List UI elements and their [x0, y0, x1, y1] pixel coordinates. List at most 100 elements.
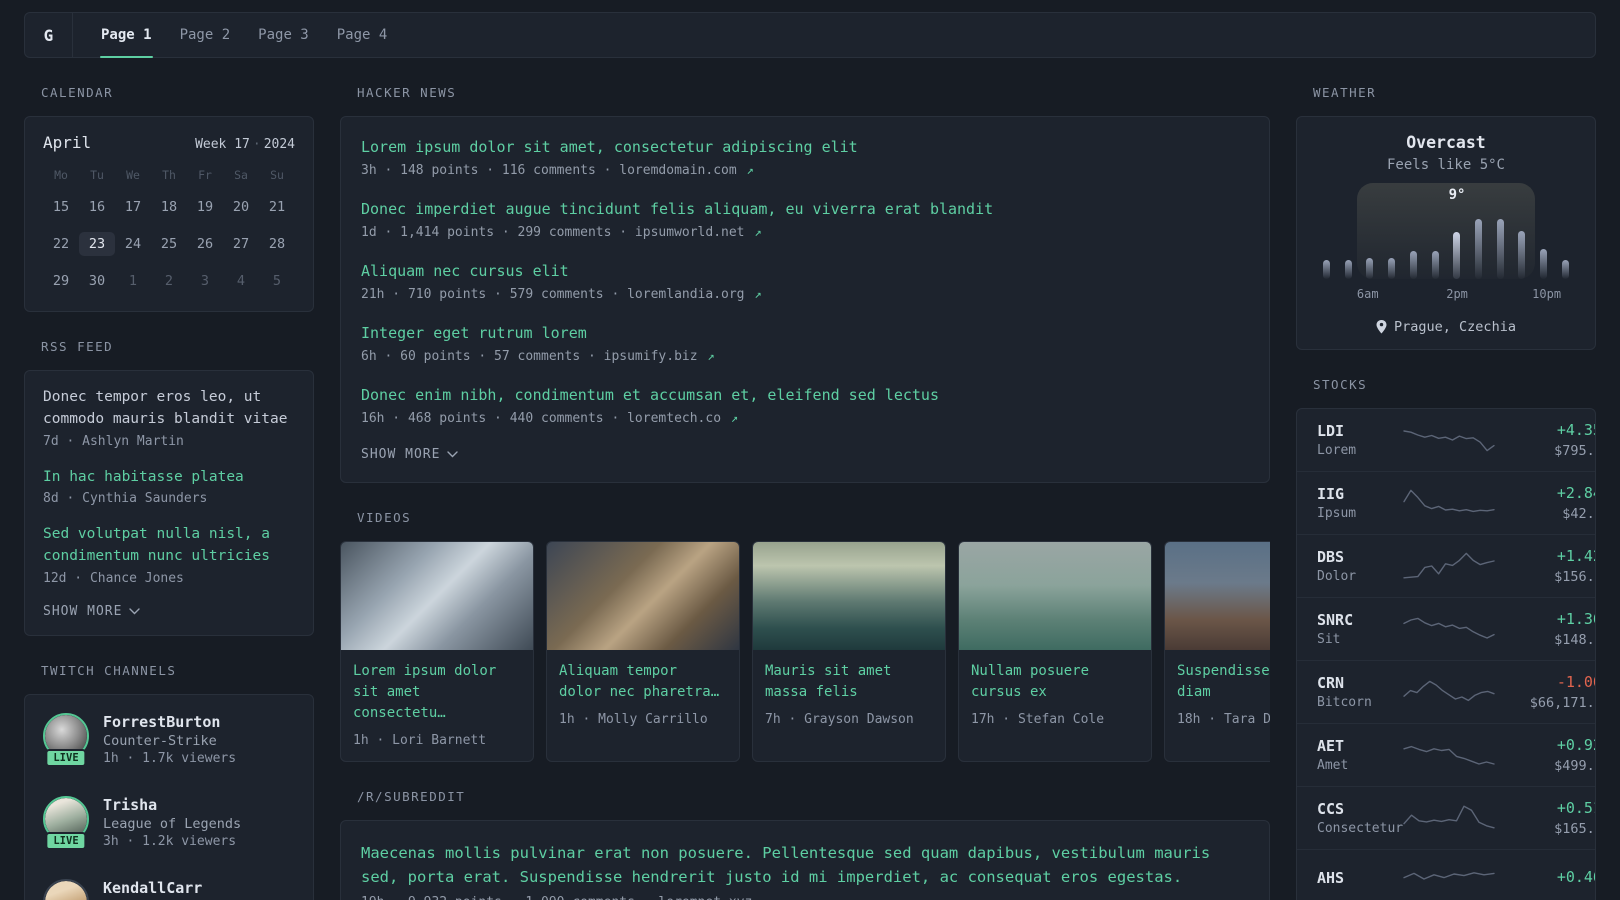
stock-name: Sit [1317, 632, 1341, 647]
tab-page-2[interactable]: Page 2 [166, 13, 245, 57]
reddit-meta-text: 19h · 9,932 points · 1,090 comments · lo… [361, 895, 752, 900]
hn-item-title[interactable]: Integer eget rutrum lorem [361, 323, 1249, 344]
tab-page-4[interactable]: Page 4 [323, 13, 402, 57]
stock-price: $66,171.48 [1529, 695, 1595, 711]
external-link-icon[interactable]: ↗ [754, 287, 761, 301]
calendar-day: 29 [52, 273, 70, 289]
hn-item-title[interactable]: Lorem ipsum dolor sit amet, consectetur … [361, 137, 1249, 158]
reddit-post-meta: 19h · 9,932 points · 1,090 comments · lo… [361, 895, 1249, 900]
video-card[interactable]: Mauris sit amet massa felis 7h · Grayson… [752, 541, 946, 762]
calendar-day-next-month: 5 [272, 273, 282, 289]
video-meta: 1h · Molly Carrillo [559, 712, 708, 727]
tab-page-1[interactable]: Page 1 [87, 13, 166, 58]
external-link-icon[interactable]: ↗ [707, 349, 714, 363]
rss-item-meta: 12d · Chance Jones [43, 570, 184, 586]
hn-item-meta: 16h · 468 points · 440 comments · loremt… [361, 411, 1249, 426]
stock-ticker: SNRC [1317, 611, 1354, 629]
stock-name: Consectetur [1317, 821, 1404, 836]
external-link-icon[interactable]: ↗ [731, 411, 738, 425]
stock-sparkline [1403, 872, 1495, 880]
video-card[interactable]: Lorem ipsum dolor sit amet consectetu… 1… [340, 541, 534, 762]
video-meta: 7h · Grayson Dawson [765, 712, 914, 727]
calendar-week-year: Week 17 · 2024 [195, 137, 295, 152]
temperature-bar [1409, 251, 1417, 279]
video-card[interactable]: Suspendisse sodales diam 18h · Tara Davi… [1164, 541, 1270, 762]
stock-row: DBS Dolor +1.42% $156.28 [1297, 534, 1595, 597]
channel-category: Counter-Strike [103, 732, 217, 749]
video-thumbnail [959, 542, 1151, 650]
video-meta: 18h · Tara Davis [1177, 712, 1270, 727]
weather-condition: Overcast [1406, 133, 1486, 152]
rss-show-more-button[interactable]: SHOW MORE [43, 604, 295, 619]
channel-name: KendallCarr [103, 878, 203, 897]
video-title: Aliquam tempor dolor nec pharetra… [559, 663, 720, 700]
stock-price: $165.84 [1554, 821, 1595, 837]
rss-item-title[interactable]: In hac habitasse platea [43, 467, 295, 489]
temperature-bar [1475, 219, 1483, 279]
calendar-day-next-month: 3 [200, 273, 210, 289]
calendar-day: 26 [196, 236, 214, 252]
calendar-month: April [43, 133, 92, 152]
rss-widget: Donec tempor eros leo, ut commodo mauris… [24, 370, 314, 636]
hn-show-more-button[interactable]: SHOW MORE [361, 447, 1249, 462]
external-link-icon[interactable]: ↗ [747, 163, 754, 177]
rss-item: Sed volutpat nulla nisl, a condimentum n… [43, 524, 295, 586]
stock-change: +0.51% [1556, 799, 1595, 817]
stock-change: -1.00% [1556, 673, 1595, 691]
weekday-label: Sa [234, 168, 248, 182]
subreddit-widget: Maecenas mollis pulvinar erat non posuer… [340, 820, 1270, 900]
stock-price: $42.04 [1562, 506, 1595, 522]
hn-item-title[interactable]: Aliquam nec cursus elit [361, 261, 1249, 282]
weekday-label: Th [162, 168, 176, 182]
twitch-channel-row[interactable]: LIVE ForrestBurton Counter-Strike 1h · 1… [43, 712, 295, 767]
video-meta: 1h · Lori Barnett [353, 733, 487, 748]
calendar-day: 15 [52, 199, 70, 215]
avatar: LIVE [43, 712, 89, 767]
hn-item: Donec enim nibh, condimentum et accumsan… [361, 385, 1249, 426]
rss-header: RSS FEED [41, 339, 114, 354]
hn-meta-text: 16h · 468 points · 440 comments · loremt… [361, 411, 722, 426]
stock-ticker: AHS [1317, 868, 1345, 887]
tab-page-3[interactable]: Page 3 [244, 13, 323, 57]
stock-change: +2.84% [1556, 484, 1595, 502]
stock-sparkline [1403, 552, 1495, 579]
temperature-bars [1323, 215, 1569, 279]
stock-ticker: LDI [1317, 422, 1345, 440]
location-pin-icon [1376, 320, 1387, 334]
twitch-channel-row[interactable]: KendallCarr [43, 878, 295, 900]
temperature-bar [1431, 251, 1439, 279]
video-card[interactable]: Nullam posuere cursus ex 17h · Stefan Co… [958, 541, 1152, 762]
avatar [43, 878, 89, 900]
rss-item-title[interactable]: Sed volutpat nulla nisl, a condimentum n… [43, 524, 295, 568]
app-logo[interactable]: G [25, 13, 73, 57]
video-thumbnail [753, 542, 945, 650]
calendar-week-row: 29 30 1 2 3 4 5 [43, 269, 295, 293]
reddit-post-title[interactable]: Maecenas mollis pulvinar erat non posuer… [361, 841, 1249, 889]
calendar-year: 2024 [263, 137, 295, 152]
weekday-label: Su [270, 168, 284, 182]
hn-item: Donec imperdiet augue tincidunt felis al… [361, 199, 1249, 240]
rss-item-title[interactable]: Donec tempor eros leo, ut commodo mauris… [43, 387, 295, 431]
external-link-icon[interactable]: ↗ [762, 895, 769, 900]
page-tabs: Page 1 Page 2 Page 3 Page 4 [87, 13, 402, 58]
hn-item-title[interactable]: Donec enim nibh, condimentum et accumsan… [361, 385, 1249, 406]
temperature-bar [1540, 249, 1548, 279]
videos-widget: Lorem ipsum dolor sit amet consectetu… 1… [340, 541, 1270, 762]
avatar: LIVE [43, 795, 89, 850]
chevron-down-icon [447, 451, 459, 458]
rss-item-meta: 7d · Ashlyn Martin [43, 433, 184, 449]
weekday-label: Fr [198, 168, 212, 182]
stock-price: $156.28 [1554, 569, 1595, 585]
video-card[interactable]: Aliquam tempor dolor nec pharetra… 1h · … [546, 541, 740, 762]
calendar-day: 20 [232, 199, 250, 215]
stock-ticker: CCS [1317, 800, 1345, 818]
twitch-channel-row[interactable]: LIVE Trisha League of Legends 3h · 1.2k … [43, 795, 295, 850]
hn-item-title[interactable]: Donec imperdiet augue tincidunt felis al… [361, 199, 1249, 220]
hn-item: Lorem ipsum dolor sit amet, consectetur … [361, 137, 1249, 178]
show-more-label: SHOW MORE [43, 603, 123, 619]
stock-name: Ipsum [1317, 506, 1357, 521]
calendar-day: 24 [124, 236, 142, 252]
weekday-label: Mo [54, 168, 68, 182]
stock-row: SNRC Sit +1.36% $148.64 [1297, 597, 1595, 660]
external-link-icon[interactable]: ↗ [754, 225, 761, 239]
